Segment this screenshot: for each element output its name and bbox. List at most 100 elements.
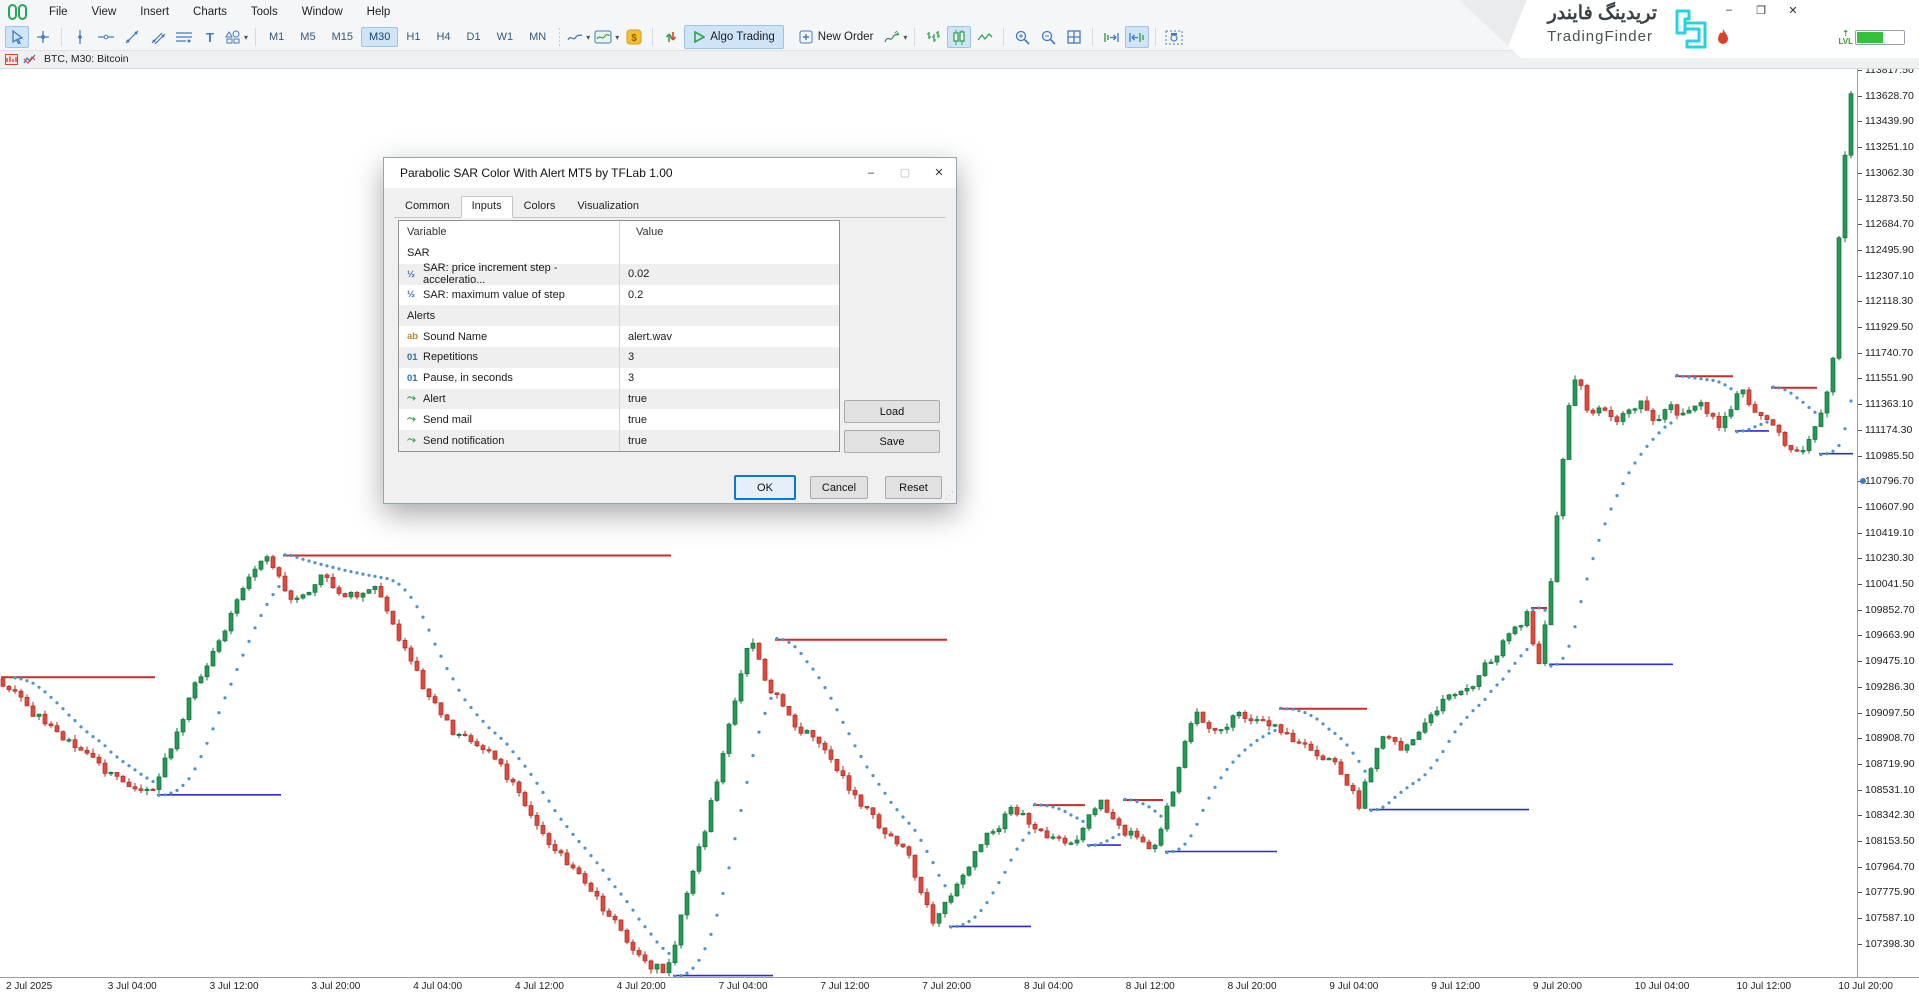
ok-button[interactable]: OK bbox=[734, 475, 796, 500]
line-chart-mode-button[interactable] bbox=[973, 26, 997, 48]
menu-help[interactable]: Help bbox=[356, 3, 402, 21]
time-label: 2 Jul 2025 bbox=[6, 981, 52, 992]
chevron-down-icon: ▾ bbox=[586, 33, 590, 42]
param-value[interactable]: true bbox=[619, 393, 647, 405]
price-label: 109852.70 bbox=[1865, 604, 1915, 616]
timeframe-m15[interactable]: M15 bbox=[324, 27, 361, 47]
brand-panel: تریدینگ فایندر TradingFinder – ❐ ✕ ⇡LVL bbox=[1459, 0, 1919, 58]
tab-visualization[interactable]: Visualization bbox=[566, 196, 650, 217]
timeframe-m5[interactable]: M5 bbox=[292, 27, 323, 47]
reset-button[interactable]: Reset bbox=[885, 476, 942, 499]
price-label: 108908.70 bbox=[1865, 732, 1915, 744]
cancel-button[interactable]: Cancel bbox=[810, 476, 868, 499]
menu-file[interactable]: File bbox=[38, 3, 79, 21]
text-tool-button[interactable]: T bbox=[198, 26, 222, 48]
timeframe-h1[interactable]: H1 bbox=[398, 27, 428, 47]
price-tick bbox=[1858, 584, 1862, 585]
price-label: 110041.50 bbox=[1865, 578, 1914, 590]
trendline-tool-button[interactable] bbox=[120, 26, 144, 48]
chart-window-icon[interactable] bbox=[5, 54, 18, 65]
save-button[interactable]: Save bbox=[844, 430, 940, 453]
param-label: Alert bbox=[423, 393, 446, 405]
menu-window[interactable]: Window bbox=[291, 3, 354, 21]
menu-view[interactable]: View bbox=[81, 3, 128, 21]
zoom-in-button[interactable] bbox=[1010, 26, 1034, 48]
cursor-tool-button[interactable] bbox=[5, 26, 29, 48]
time-label: 3 Jul 04:00 bbox=[108, 981, 157, 992]
column-divider bbox=[619, 221, 620, 451]
tab-colors[interactable]: Colors bbox=[513, 196, 567, 217]
vertical-line-tool-button[interactable] bbox=[68, 26, 92, 48]
dialog-maximize-button[interactable]: ▢ bbox=[888, 158, 922, 188]
time-label: 10 Jul 12:00 bbox=[1737, 981, 1792, 992]
restore-button[interactable]: ❐ bbox=[1753, 4, 1769, 17]
menu-tools[interactable]: Tools bbox=[240, 3, 289, 21]
screenshot-button[interactable] bbox=[1162, 26, 1186, 48]
price-label: 113439.90 bbox=[1865, 115, 1914, 127]
menu-insert[interactable]: Insert bbox=[129, 3, 180, 21]
price-label: 112873.50 bbox=[1865, 193, 1914, 205]
chart-shift-button[interactable] bbox=[1125, 26, 1149, 48]
param-value[interactable]: alert.wav bbox=[619, 331, 672, 343]
param-value[interactable]: 0.02 bbox=[619, 268, 649, 280]
param-value[interactable]: true bbox=[619, 414, 647, 426]
candlestick-mode-button[interactable] bbox=[947, 26, 971, 48]
load-button[interactable]: Load bbox=[844, 400, 940, 423]
tab-inputs[interactable]: Inputs bbox=[461, 196, 513, 218]
deposit-button[interactable]: $ bbox=[622, 26, 646, 48]
param-value[interactable]: 3 bbox=[619, 351, 634, 363]
price-label: 111363.10 bbox=[1865, 398, 1913, 410]
indicators-button[interactable]: ▾ bbox=[883, 26, 908, 48]
param-value[interactable]: 0.2 bbox=[619, 289, 643, 301]
crosshair-tool-button[interactable] bbox=[31, 26, 55, 48]
close-button[interactable]: ✕ bbox=[1785, 4, 1801, 17]
time-axis[interactable]: 2 Jul 20253 Jul 04:003 Jul 12:003 Jul 20… bbox=[0, 977, 1919, 996]
timeframe-m30[interactable]: M30 bbox=[361, 27, 398, 47]
price-tick bbox=[1858, 121, 1862, 122]
chart-tab-label[interactable]: BTC, M30: Bitcoin bbox=[44, 53, 129, 65]
timeframe-w1[interactable]: W1 bbox=[489, 27, 522, 47]
bar-chart-mode-button[interactable] bbox=[921, 26, 945, 48]
price-label: 112684.70 bbox=[1865, 218, 1914, 230]
dialog-close-button[interactable]: ✕ bbox=[922, 158, 956, 188]
tab-common[interactable]: Common bbox=[394, 196, 461, 217]
resize-grip-icon[interactable]: ⋰ bbox=[945, 490, 954, 501]
time-label: 4 Jul 12:00 bbox=[515, 981, 564, 992]
timeframe-h4[interactable]: H4 bbox=[428, 27, 458, 47]
timeframe-d1[interactable]: D1 bbox=[459, 27, 489, 47]
price-label: 110985.50 bbox=[1865, 450, 1914, 462]
brand-name-english: TradingFinder bbox=[1547, 28, 1653, 45]
price-label: 111929.50 bbox=[1865, 321, 1913, 333]
window-controls: – ❐ ✕ bbox=[1721, 4, 1801, 17]
price-tick bbox=[1858, 892, 1862, 893]
mt5-window: File View Insert Charts Tools Window Hel… bbox=[0, 0, 1919, 996]
auto-scroll-button[interactable] bbox=[1099, 26, 1123, 48]
price-tick bbox=[1858, 918, 1862, 919]
new-order-button[interactable]: New Order bbox=[790, 25, 883, 49]
param-value[interactable]: 3 bbox=[619, 372, 634, 384]
chart-lines-icon[interactable] bbox=[23, 54, 36, 65]
algo-trading-button[interactable]: Algo Trading bbox=[684, 25, 784, 49]
timeframe-mn[interactable]: MN bbox=[521, 27, 554, 47]
price-axis[interactable]: 113817.50113628.70113439.90113251.101130… bbox=[1857, 68, 1919, 977]
price-label: 113251.10 bbox=[1865, 141, 1914, 153]
param-type-icon: ⤳ bbox=[407, 413, 423, 426]
dialog-minimize-button[interactable]: – bbox=[854, 158, 888, 188]
shapes-tool-button[interactable]: ▾ bbox=[224, 26, 249, 48]
menu-charts[interactable]: Charts bbox=[182, 3, 238, 21]
buy-sell-arrows-icon[interactable] bbox=[659, 26, 683, 48]
param-label: Send notification bbox=[423, 435, 504, 447]
minimize-button[interactable]: – bbox=[1721, 4, 1737, 17]
param-label: SAR: maximum value of step bbox=[423, 289, 565, 301]
line-chart-style-button[interactable]: ▾ bbox=[566, 26, 591, 48]
fibonacci-tool-button[interactable] bbox=[172, 26, 196, 48]
zoom-out-button[interactable] bbox=[1036, 26, 1060, 48]
tile-windows-button[interactable] bbox=[1062, 26, 1086, 48]
channel-tool-button[interactable] bbox=[146, 26, 170, 48]
time-label: 10 Jul 04:00 bbox=[1635, 981, 1690, 992]
param-label: SAR bbox=[407, 247, 430, 259]
param-value[interactable]: true bbox=[619, 435, 647, 447]
timeframe-m1[interactable]: M1 bbox=[261, 27, 292, 47]
indicator-window-button[interactable]: ▾ bbox=[593, 26, 620, 48]
horizontal-line-tool-button[interactable] bbox=[94, 26, 118, 48]
